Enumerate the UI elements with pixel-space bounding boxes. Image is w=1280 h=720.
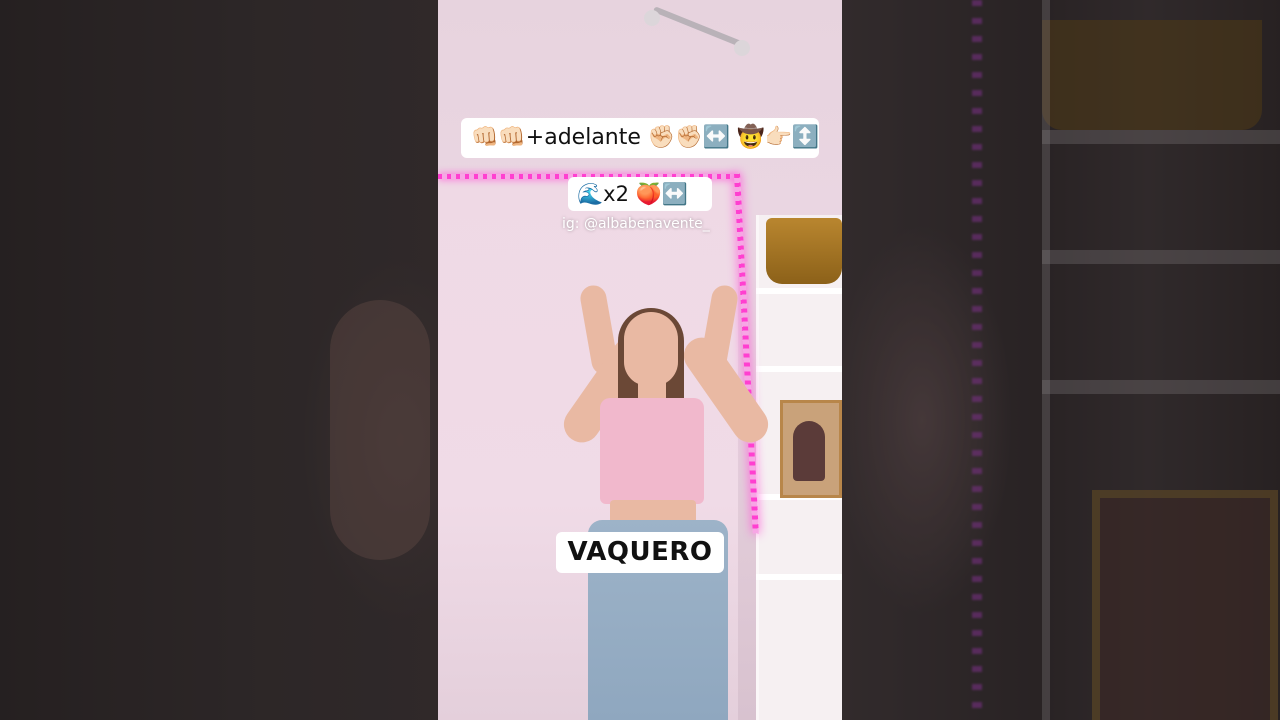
caption-moves-line-1: 👊🏻👊🏻+adelante ✊🏻✊🏻↔️ 🤠👉🏻↕️ [461, 118, 819, 158]
move-name-caption: VAQUERO [556, 532, 724, 573]
blurred-background-left [0, 0, 438, 720]
video-frame[interactable] [438, 0, 842, 720]
instagram-credit: ig: @albabenavente_ [562, 216, 710, 232]
dancer [438, 0, 842, 720]
caption-moves-line-2: 🌊x2 🍑↔️ [568, 177, 712, 211]
blurred-background-right [842, 0, 1280, 720]
pink-top [600, 398, 704, 504]
